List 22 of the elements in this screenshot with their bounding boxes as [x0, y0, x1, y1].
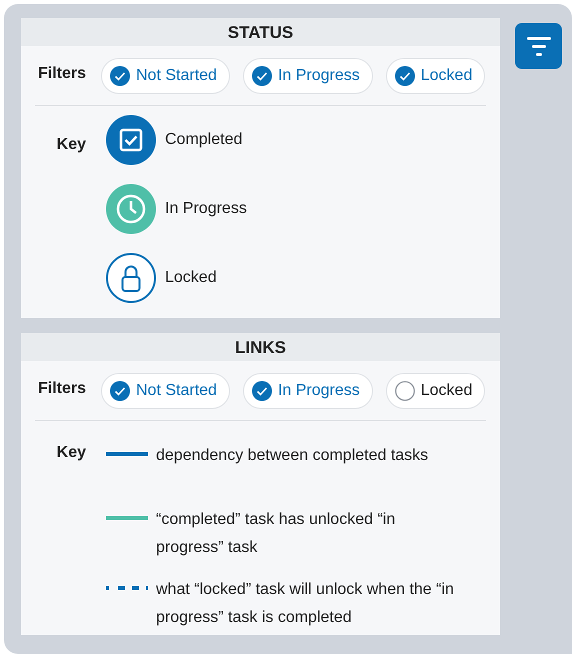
legend-text: “completed” task has unlocked “in progress” task — [156, 510, 396, 558]
clock-icon — [106, 184, 156, 234]
legend-text: Locked — [165, 268, 217, 288]
filters-label: Filters — [36, 65, 86, 83]
filter-chip[interactable]: Locked — [386, 373, 486, 409]
key-label: Key — [56, 444, 86, 462]
checkbox-icon — [106, 115, 156, 165]
legend-text: Completed — [165, 130, 242, 150]
lock-icon — [106, 253, 156, 303]
filter-chip[interactable]: In Progress — [242, 58, 373, 94]
filters-label: Filters — [36, 380, 86, 398]
filter-chip[interactable]: Locked — [386, 58, 486, 94]
filter-button[interactable] — [515, 23, 562, 69]
section-header: LINKS — [21, 333, 500, 361]
legend-text: dependency between completed tasks — [156, 446, 430, 466]
filter-chip[interactable]: Not Started — [101, 58, 230, 94]
legend-text: what “locked” task will unlock when the “in progress” task is completed — [156, 580, 455, 628]
filter-chip[interactable]: In Progress — [242, 373, 373, 409]
key-label: Key — [56, 136, 86, 154]
section-header: STATUS — [21, 18, 500, 46]
filter-chip[interactable]: Not Started — [101, 373, 230, 409]
legend-text: In Progress — [165, 199, 247, 219]
